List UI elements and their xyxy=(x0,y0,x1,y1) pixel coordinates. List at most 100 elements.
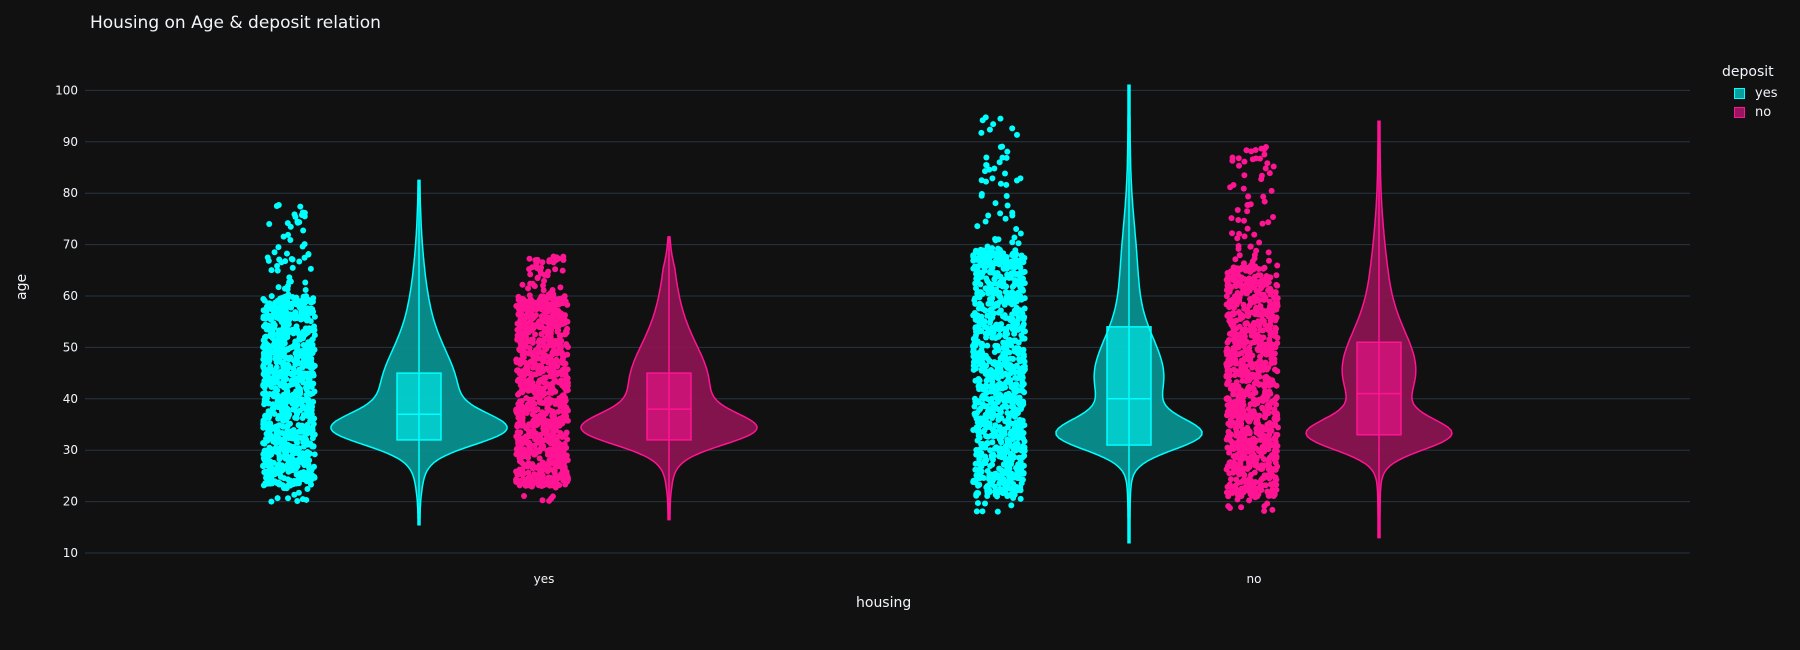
data-point-outlier xyxy=(299,209,306,216)
data-point xyxy=(524,462,531,469)
data-point xyxy=(291,457,298,464)
y-tick-label-60: 60 xyxy=(63,289,78,303)
data-point xyxy=(970,426,977,433)
data-point xyxy=(553,473,560,480)
data-point xyxy=(1265,426,1272,433)
data-point xyxy=(1227,422,1234,429)
data-point-outlier xyxy=(283,250,290,257)
data-point xyxy=(310,370,317,377)
data-point xyxy=(974,290,981,297)
data-point xyxy=(972,460,979,467)
data-point xyxy=(980,386,987,393)
data-point xyxy=(278,440,285,447)
data-point xyxy=(1257,272,1264,279)
data-point xyxy=(989,334,996,341)
data-point-outlier xyxy=(997,180,1004,187)
data-point-outlier xyxy=(550,259,557,266)
data-point xyxy=(1256,396,1263,403)
data-point xyxy=(268,469,275,476)
data-point xyxy=(278,401,285,408)
data-point xyxy=(299,471,306,478)
data-point xyxy=(1273,325,1280,332)
points-yes-yes xyxy=(260,201,318,505)
data-point-outlier xyxy=(983,178,990,185)
data-point xyxy=(1018,431,1025,438)
data-point xyxy=(1011,413,1018,420)
data-point xyxy=(1271,396,1278,403)
data-point-outlier xyxy=(521,493,528,500)
data-point xyxy=(564,436,571,443)
data-point xyxy=(975,383,982,390)
data-point xyxy=(1230,326,1237,333)
data-point xyxy=(1002,394,1009,401)
data-point xyxy=(301,354,308,361)
data-point xyxy=(1228,318,1235,325)
data-point xyxy=(309,443,316,450)
data-point-outlier xyxy=(974,223,981,230)
data-point xyxy=(987,316,994,323)
data-point-outlier xyxy=(978,129,985,136)
data-point-outlier xyxy=(1265,249,1272,256)
data-point-outlier xyxy=(1234,491,1241,498)
data-point-outlier xyxy=(1003,154,1010,161)
data-point xyxy=(288,344,295,351)
data-point-outlier xyxy=(1249,258,1256,265)
data-point-outlier xyxy=(995,236,1002,243)
data-point xyxy=(266,430,273,437)
legend-item-no[interactable]: no xyxy=(1722,103,1777,122)
data-point xyxy=(982,411,989,418)
data-point-outlier xyxy=(983,255,990,262)
x-axis-label: housing xyxy=(856,595,912,611)
data-point xyxy=(1258,335,1265,342)
data-point xyxy=(979,306,986,313)
data-point-outlier xyxy=(1270,163,1277,170)
data-point xyxy=(1274,282,1281,289)
data-point xyxy=(1244,465,1251,472)
data-point-outlier xyxy=(286,316,293,323)
data-point xyxy=(1247,356,1254,363)
data-point xyxy=(1253,429,1260,436)
legend-item-yes[interactable]: yes xyxy=(1722,84,1777,103)
data-point-outlier xyxy=(518,297,525,304)
data-point xyxy=(1020,316,1027,323)
data-point xyxy=(530,433,537,440)
data-point xyxy=(525,384,532,391)
data-point xyxy=(972,466,979,473)
data-point-outlier xyxy=(1234,207,1241,214)
data-point xyxy=(275,470,282,477)
data-point xyxy=(296,349,303,356)
data-point xyxy=(270,341,277,348)
data-point xyxy=(1256,360,1263,367)
data-point xyxy=(560,468,567,475)
data-point-outlier xyxy=(1265,257,1272,264)
data-point xyxy=(537,417,544,424)
data-point-outlier xyxy=(1005,261,1012,268)
data-point xyxy=(274,348,281,355)
data-point-outlier xyxy=(1264,160,1271,167)
data-point xyxy=(268,366,275,373)
data-point xyxy=(1269,356,1276,363)
data-point-outlier xyxy=(973,508,980,515)
data-point-outlier xyxy=(1258,145,1265,152)
data-point-outlier xyxy=(544,478,551,485)
data-point xyxy=(548,389,555,396)
data-point-outlier xyxy=(1228,215,1235,222)
data-point xyxy=(306,379,313,386)
data-point-outlier xyxy=(271,249,278,256)
data-point-outlier xyxy=(292,309,299,316)
data-point xyxy=(542,410,549,417)
data-point-outlier xyxy=(974,489,981,496)
data-point-outlier xyxy=(1244,225,1251,232)
data-point xyxy=(540,350,547,357)
data-point-outlier xyxy=(1266,170,1273,177)
data-point xyxy=(972,247,979,254)
data-point xyxy=(1004,447,1011,454)
data-point-outlier xyxy=(285,495,292,502)
data-point xyxy=(993,391,1000,398)
data-point xyxy=(515,391,522,398)
data-point xyxy=(557,332,564,339)
data-point xyxy=(1231,454,1238,461)
data-point xyxy=(536,455,543,462)
data-point-outlier xyxy=(1264,500,1271,507)
data-point xyxy=(294,408,301,415)
